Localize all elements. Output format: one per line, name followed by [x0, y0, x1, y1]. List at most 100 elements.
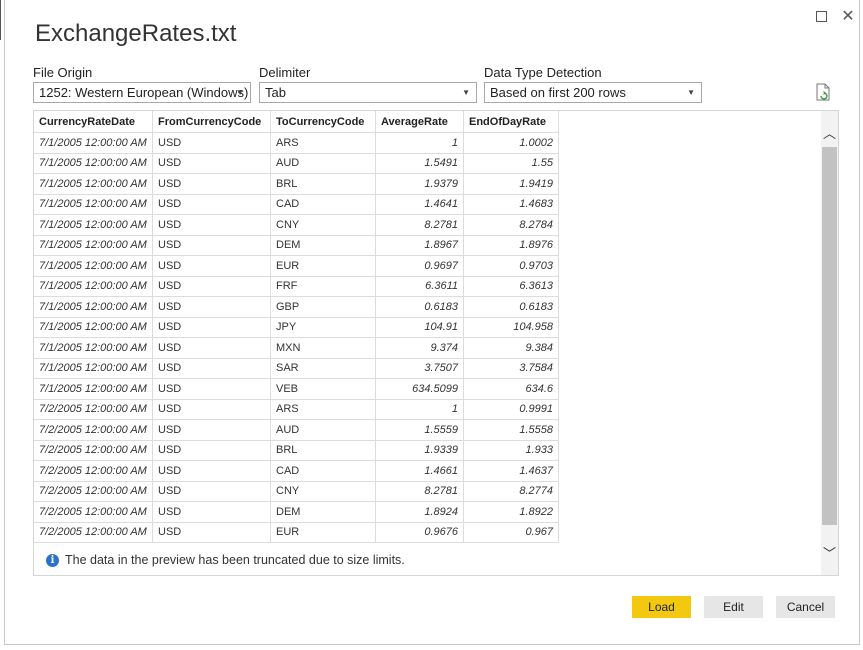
table-cell: USD	[152, 276, 271, 297]
table-cell: USD	[152, 358, 271, 379]
load-button[interactable]: Load	[632, 596, 691, 618]
table-cell: 1.8967	[375, 235, 464, 256]
table-row: 7/1/2005 12:00:00 AM USD FRF 6.3611 6.3613	[34, 276, 559, 297]
table-cell: 7/2/2005 12:00:00 AM	[34, 399, 153, 420]
column-header[interactable]: EndOfDayRate	[463, 111, 559, 133]
edit-button[interactable]: Edit	[704, 596, 763, 618]
table-cell: USD	[152, 419, 271, 441]
cancel-button[interactable]: Cancel	[776, 596, 835, 618]
table-cell: 9.374	[375, 337, 464, 359]
notice-text: The data in the preview has been truncat…	[65, 553, 405, 567]
maximize-button[interactable]	[811, 6, 831, 26]
chevron-down-icon: ▼	[687, 88, 695, 97]
table-cell: 7/1/2005 12:00:00 AM	[34, 235, 153, 256]
table-cell: 7/1/2005 12:00:00 AM	[34, 378, 153, 400]
close-icon: ✕	[841, 8, 855, 25]
file-origin-value: 1252: Western European (Windows)	[39, 85, 249, 100]
table-cell: 1.8976	[463, 235, 559, 256]
column-header[interactable]: FromCurrencyCode	[152, 111, 271, 133]
chevron-down-icon: ▼	[236, 88, 244, 97]
column-header[interactable]: ToCurrencyCode	[270, 111, 376, 133]
table-cell: SAR	[270, 358, 376, 379]
table-row: 7/1/2005 12:00:00 AM USD DEM 1.8967 1.8976	[34, 235, 559, 256]
data-type-detection-label: Data Type Detection	[484, 65, 602, 80]
table-cell: 1.4641	[375, 194, 464, 215]
table-row: 7/1/2005 12:00:00 AM USD BRL 1.9379 1.9419	[34, 173, 559, 195]
table-cell: USD	[152, 522, 271, 543]
table-row: 7/1/2005 12:00:00 AM USD CAD 1.4641 1.4683	[34, 194, 559, 215]
table-cell: 0.6183	[463, 296, 559, 318]
data-type-detection-select[interactable]: Based on first 200 rows ▼	[484, 82, 702, 103]
table-cell: 7/2/2005 12:00:00 AM	[34, 460, 153, 482]
table-cell: USD	[152, 235, 271, 256]
table-cell: AUD	[270, 153, 376, 174]
table-cell: CAD	[270, 460, 376, 482]
delimiter-select[interactable]: Tab ▼	[259, 82, 477, 103]
table-cell: 1.4661	[375, 460, 464, 482]
table-cell: 104.91	[375, 317, 464, 338]
scroll-thumb[interactable]	[822, 147, 837, 525]
table-cell: 1.0002	[463, 132, 559, 154]
table-cell: 7/1/2005 12:00:00 AM	[34, 132, 153, 154]
vertical-scrollbar[interactable]: ︿ ﹀	[821, 111, 838, 575]
table-cell: USD	[152, 317, 271, 338]
table-cell: 6.3611	[375, 276, 464, 297]
table-row: 7/1/2005 12:00:00 AM USD ARS 1 1.0002	[34, 132, 559, 154]
table-cell: USD	[152, 460, 271, 482]
table-row: 7/2/2005 12:00:00 AM USD CAD 1.4661 1.4637	[34, 460, 559, 482]
table-cell: USD	[152, 194, 271, 215]
table-cell: CNY	[270, 481, 376, 502]
table-cell: 104.958	[463, 317, 559, 338]
table-cell: 1.8924	[375, 501, 464, 523]
data-preview: CurrencyRateDate FromCurrencyCode ToCurr…	[33, 110, 839, 576]
maximize-icon	[815, 10, 827, 22]
table-cell: FRF	[270, 276, 376, 297]
table-row: 7/1/2005 12:00:00 AM USD CNY 8.2781 8.2784	[34, 214, 559, 236]
refresh-preview-icon[interactable]	[815, 83, 833, 103]
table-cell: 634.6	[463, 378, 559, 400]
table-cell: 1.55	[463, 153, 559, 174]
table-cell: 0.9991	[463, 399, 559, 420]
file-origin-label: File Origin	[33, 65, 93, 80]
file-origin-select[interactable]: 1252: Western European (Windows) ▼	[33, 82, 251, 103]
table-row: 7/1/2005 12:00:00 AM USD AUD 1.5491 1.55	[34, 153, 559, 174]
table-cell: USD	[152, 173, 271, 195]
table-cell: 7/1/2005 12:00:00 AM	[34, 358, 153, 379]
column-header[interactable]: AverageRate	[375, 111, 464, 133]
scroll-down-icon[interactable]: ﹀	[821, 543, 838, 563]
table-cell: DEM	[270, 235, 376, 256]
table-cell: USD	[152, 481, 271, 502]
delimiter-value: Tab	[265, 85, 286, 100]
table-cell: BRL	[270, 173, 376, 195]
table-cell: 7/2/2005 12:00:00 AM	[34, 522, 153, 543]
dialog-title: ExchangeRates.txt	[35, 20, 237, 47]
table-cell: 1.9419	[463, 173, 559, 195]
table-cell: 7/1/2005 12:00:00 AM	[34, 276, 153, 297]
table-cell: BRL	[270, 440, 376, 461]
scroll-up-icon[interactable]: ︿	[821, 123, 838, 143]
table-cell: 8.2784	[463, 214, 559, 236]
table-cell: 1	[375, 132, 464, 154]
table-cell: 0.9697	[375, 255, 464, 277]
table-cell: USD	[152, 378, 271, 400]
table-cell: 7/2/2005 12:00:00 AM	[34, 481, 153, 502]
table-row: 7/2/2005 12:00:00 AM USD EUR 0.9676 0.967	[34, 522, 559, 543]
table-cell: 7/1/2005 12:00:00 AM	[34, 255, 153, 277]
close-button[interactable]: ✕	[838, 6, 858, 26]
table-cell: USD	[152, 214, 271, 236]
table-cell: 7/1/2005 12:00:00 AM	[34, 153, 153, 174]
table-row: 7/1/2005 12:00:00 AM USD GBP 0.6183 0.6183	[34, 296, 559, 318]
table-cell: 0.9703	[463, 255, 559, 277]
table-cell: 8.2781	[375, 214, 464, 236]
table-cell: 1.933	[463, 440, 559, 461]
header-row: CurrencyRateDate FromCurrencyCode ToCurr…	[34, 111, 559, 133]
table-cell: 634.5099	[375, 378, 464, 400]
table-cell: 8.2774	[463, 481, 559, 502]
table-row: 7/2/2005 12:00:00 AM USD BRL 1.9339 1.933	[34, 440, 559, 461]
table-cell: 7/2/2005 12:00:00 AM	[34, 419, 153, 441]
table-row: 7/1/2005 12:00:00 AM USD VEB 634.5099 634.6	[34, 378, 559, 400]
table-cell: 7/1/2005 12:00:00 AM	[34, 296, 153, 318]
table-row: 7/1/2005 12:00:00 AM USD JPY 104.91 104.958	[34, 317, 559, 338]
column-header[interactable]: CurrencyRateDate	[34, 111, 153, 133]
table-cell: EUR	[270, 255, 376, 277]
